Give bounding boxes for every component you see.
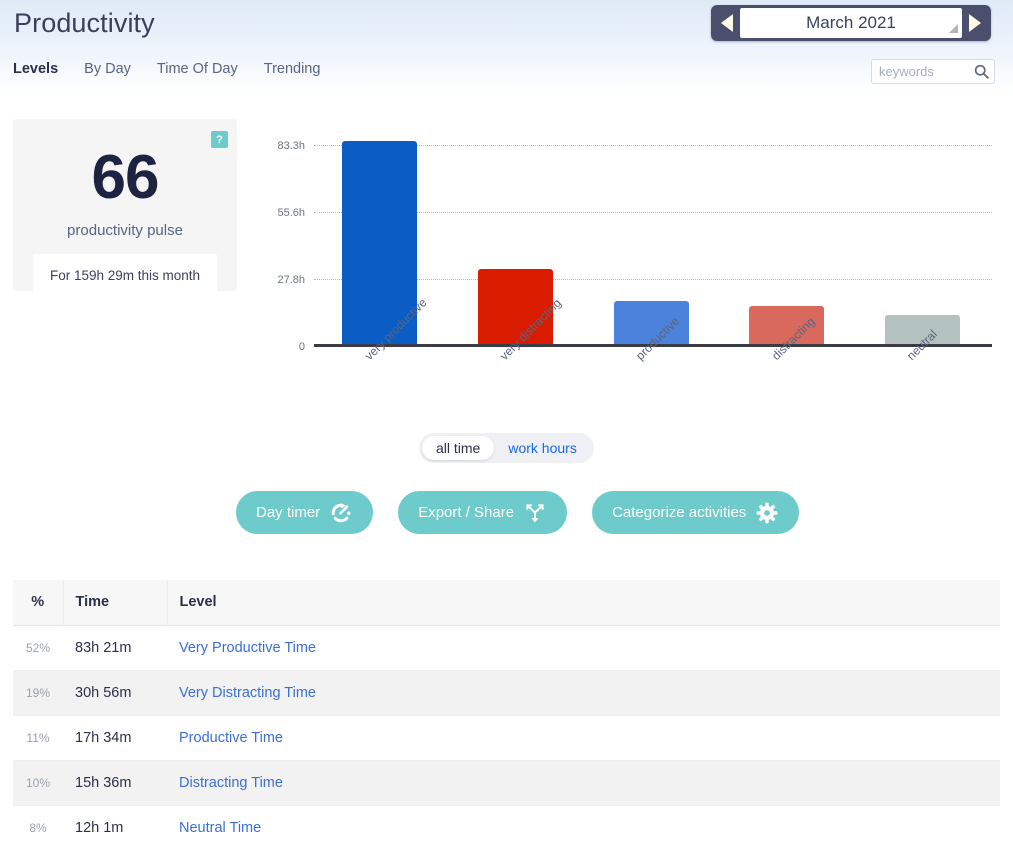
cell-level: Neutral Time	[167, 805, 1000, 846]
day-timer-label: Day timer	[256, 504, 321, 521]
level-link[interactable]: Productive Time	[179, 730, 283, 746]
page-title: Productivity	[14, 8, 155, 38]
productivity-pulse-card: ? 66 productivity pulse For 159h 29m thi…	[13, 119, 237, 296]
left-triangle-icon	[721, 14, 733, 32]
level-link[interactable]: Very Productive Time	[179, 640, 316, 656]
cell-percent: 19%	[13, 670, 63, 716]
help-badge[interactable]: ?	[211, 131, 228, 148]
toggle-all-time[interactable]: all time	[422, 436, 495, 460]
pulse-summary: For 159h 29m this month	[33, 254, 217, 296]
pulse-score: 66	[91, 143, 160, 212]
column-header-percent[interactable]: %	[13, 580, 64, 626]
gear-icon	[756, 502, 778, 523]
cell-level: Very Distracting Time	[167, 670, 1000, 716]
search-box	[871, 59, 995, 84]
cell-level: Very Productive Time	[167, 625, 1000, 671]
search-input[interactable]	[879, 64, 973, 79]
export-share-button[interactable]: Export / Share	[398, 491, 568, 534]
y-axis-tick-label: 27.8h	[277, 274, 305, 287]
share-icon	[526, 503, 544, 522]
categorize-activities-button[interactable]: Categorize activities	[592, 491, 800, 534]
tab-time-of-day[interactable]: Time Of Day	[157, 61, 238, 77]
level-link[interactable]: Neutral Time	[179, 820, 261, 836]
cell-percent: 52%	[13, 625, 63, 671]
next-month-button[interactable]	[962, 8, 988, 38]
table-header-row: % Time Level	[13, 580, 1000, 626]
column-header-time[interactable]: Time	[63, 580, 168, 626]
chevron-down-icon	[949, 24, 958, 33]
cell-percent: 11%	[13, 715, 63, 761]
table-row: 11% 17h 34m Productive Time	[13, 715, 1000, 761]
date-range-field[interactable]: March 2021	[740, 8, 962, 38]
previous-month-button[interactable]	[714, 8, 740, 38]
tab-trending[interactable]: Trending	[264, 61, 321, 77]
y-axis-tick-label: 55.6h	[277, 206, 305, 219]
cell-percent: 8%	[13, 805, 63, 846]
tab-by-day[interactable]: By Day	[84, 61, 131, 77]
y-axis-tick-label: 0	[298, 341, 305, 353]
table-row: 19% 30h 56m Very Distracting Time	[13, 670, 1000, 716]
chart-x-labels: very productive very distracting productiv…	[314, 295, 992, 413]
day-timer-button[interactable]: Day timer	[236, 491, 374, 534]
table-row: 52% 83h 21m Very Productive Time	[13, 625, 1000, 671]
action-button-row: Day timer Export / Share Categorize acti…	[236, 491, 800, 534]
pulse-label: productivity pulse	[67, 222, 183, 239]
timer-icon	[331, 502, 351, 522]
cell-time: 12h 1m	[63, 805, 167, 846]
cell-level: Distracting Time	[167, 760, 1000, 806]
export-share-label: Export / Share	[418, 504, 515, 521]
productivity-bar-chart: 0 27.8h 55.6h 83.3h very productive very dis…	[262, 125, 1002, 415]
level-link[interactable]: Very Distracting Time	[179, 685, 316, 701]
y-axis-tick-label: 83.3h	[277, 139, 305, 152]
cell-time: 15h 36m	[63, 760, 167, 806]
time-scope-toggle: all time work hours	[419, 433, 594, 463]
date-range-picker: March 2021	[711, 5, 991, 41]
productivity-levels-table: % Time Level 52% 83h 21m Very Productive T…	[13, 580, 1000, 846]
tab-bar: Levels By Day Time Of Day Trending	[13, 61, 320, 77]
table-row: 8% 12h 1m Neutral Time	[13, 805, 1000, 846]
date-range-label: March 2021	[806, 13, 896, 32]
page-header: Productivity Levels By Day Time Of Day T…	[0, 0, 1013, 93]
table-row: 10% 15h 36m Distracting Time	[13, 760, 1000, 806]
toggle-work-hours[interactable]: work hours	[494, 436, 590, 460]
right-triangle-icon	[969, 14, 981, 32]
search-icon[interactable]	[973, 63, 990, 80]
column-header-level[interactable]: Level	[167, 580, 1000, 626]
level-link[interactable]: Distracting Time	[179, 775, 283, 791]
cell-level: Productive Time	[167, 715, 1000, 761]
categorize-activities-label: Categorize activities	[612, 504, 747, 521]
cell-time: 30h 56m	[63, 670, 167, 716]
cell-time: 83h 21m	[63, 625, 167, 671]
tab-levels[interactable]: Levels	[13, 61, 58, 77]
cell-percent: 10%	[13, 760, 63, 806]
cell-time: 17h 34m	[63, 715, 167, 761]
